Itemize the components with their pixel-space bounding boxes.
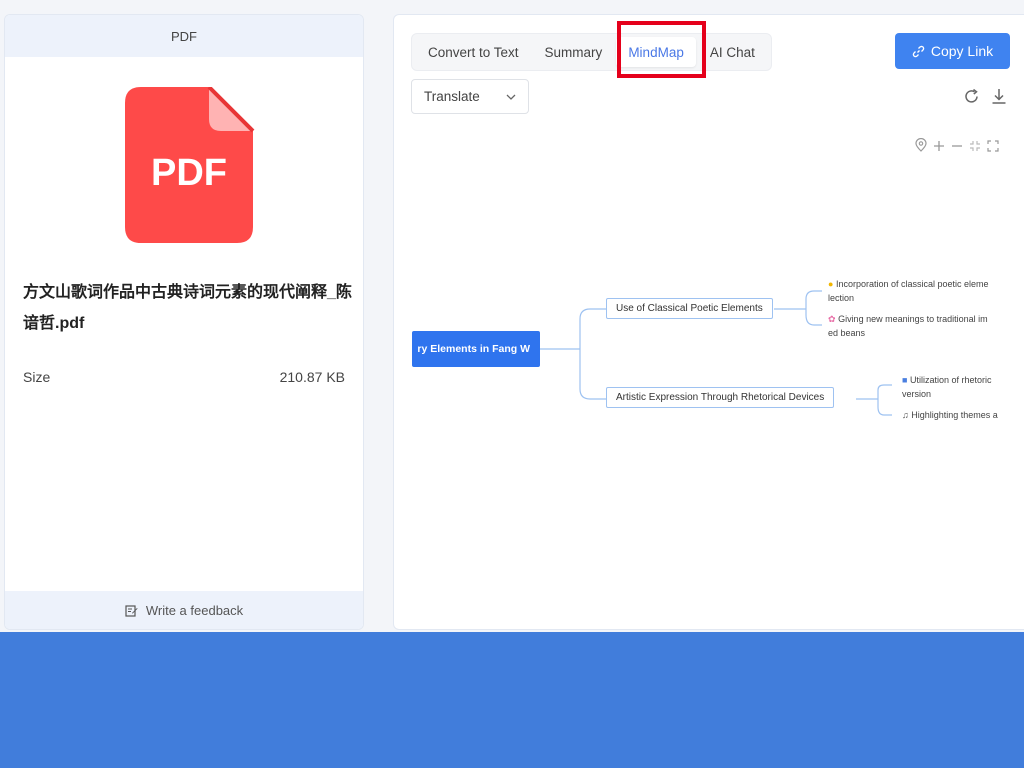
mindmap-root-node[interactable]: ry Elements in Fang W — [412, 331, 540, 367]
palette-icon: ■ — [902, 375, 908, 385]
pdf-icon-text: PDF — [151, 152, 227, 194]
file-info-panel: PDF PDF 方文山歌词作品中古典诗词元素的现代阐释_陈谙哲.pdf Size… — [4, 14, 364, 630]
flower-icon: ✿ — [828, 314, 836, 324]
write-feedback-button[interactable]: Write a feedback — [5, 591, 363, 629]
mindmap-branch-node[interactable]: Artistic Expression Through Rhetorical D… — [606, 387, 835, 408]
file-name: 方文山歌词作品中古典诗词元素的现代阐释_陈谙哲.pdf — [23, 284, 352, 332]
mindmap-leaf-node[interactable]: ■ Utilization of rhetoric version — [902, 373, 1024, 401]
size-label: Size — [23, 369, 51, 385]
size-value: 210.87 KB — [279, 369, 345, 385]
file-size-row: Size 210.87 KB — [23, 369, 345, 385]
mindmap-leaf-node[interactable]: ♫ Highlighting themes a — [902, 408, 1024, 422]
file-type-header: PDF — [5, 15, 363, 57]
feedback-label: Write a feedback — [145, 602, 244, 618]
mindmap-leaf-node[interactable]: ● Incorporation of classical poetic elem… — [828, 277, 1018, 305]
lightbulb-icon: ● — [828, 279, 834, 289]
mindmap-branch-node[interactable]: Use of Classical Poetic Elements — [606, 298, 773, 319]
edit-note-icon — [125, 604, 138, 617]
music-icon: ♫ — [902, 410, 909, 420]
file-type-label: PDF — [171, 28, 197, 44]
mindmap-leaf-node[interactable]: ✿ Giving new meanings to traditional im … — [828, 312, 1018, 340]
content-panel: Convert to Text Summary MindMap AI Chat … — [393, 14, 1024, 630]
bottom-background-band — [0, 632, 1024, 768]
pdf-file-icon: PDF — [125, 87, 255, 243]
